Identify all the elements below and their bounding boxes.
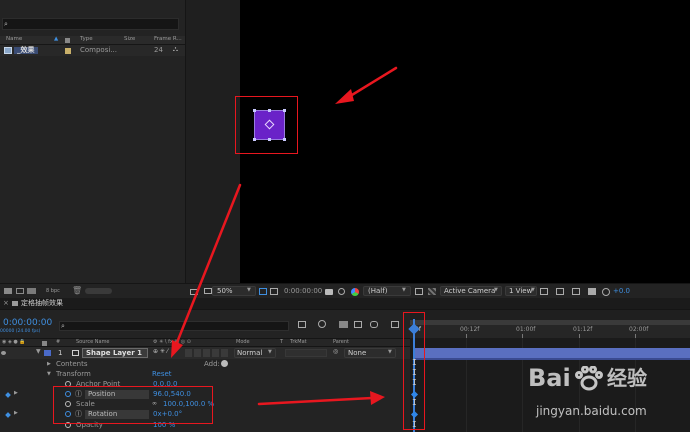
watermark: Bai 经验 jingyan.baidu.com bbox=[528, 362, 688, 432]
paw-icon bbox=[575, 365, 603, 392]
arrow-line bbox=[174, 183, 242, 347]
watermark-brand-b: 经验 bbox=[607, 366, 647, 390]
arrow-line bbox=[257, 396, 374, 406]
arrow-line bbox=[345, 66, 398, 100]
arrow-head bbox=[370, 391, 385, 405]
arrow-head bbox=[171, 340, 183, 358]
arrow-head bbox=[335, 89, 354, 104]
watermark-brand-a: Bai bbox=[528, 364, 571, 392]
watermark-url: jingyan.baidu.com bbox=[536, 404, 647, 418]
